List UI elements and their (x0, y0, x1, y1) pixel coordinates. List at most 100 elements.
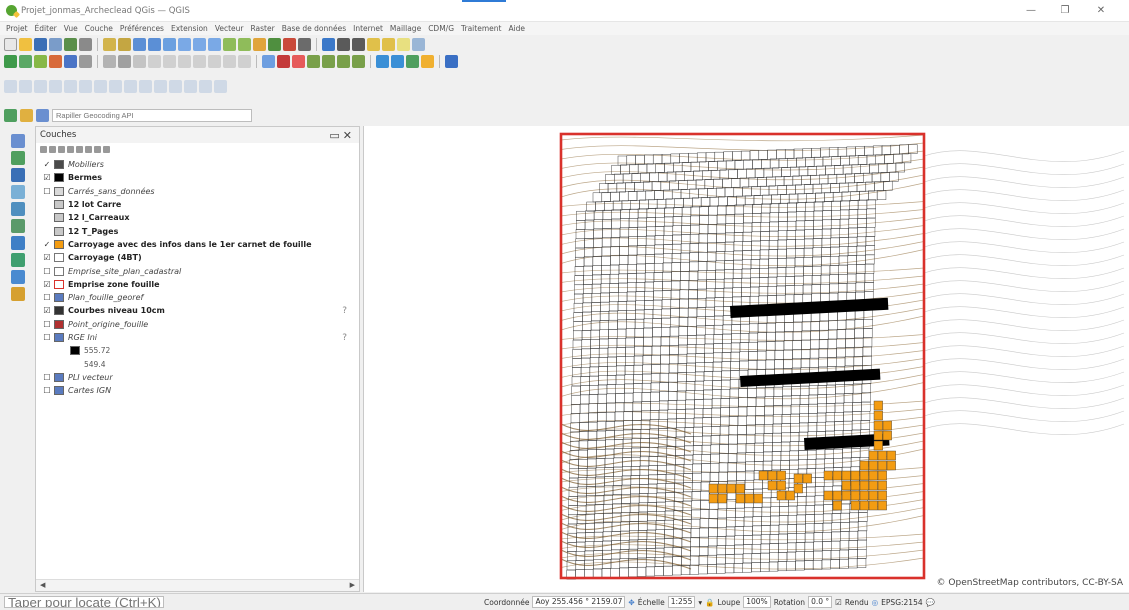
zoom-next-icon[interactable] (253, 38, 266, 51)
split-features-icon[interactable] (184, 80, 197, 93)
layer-item[interactable]: ✓ Carroyage avec des infos dans le 1er ca… (36, 238, 359, 251)
paste-feature-icon[interactable] (208, 55, 221, 68)
layer-help-icon[interactable]: ? (342, 306, 347, 316)
menu-traitement[interactable]: Traitement (461, 24, 501, 33)
layer-visibility-checkbox[interactable]: ☑ (42, 173, 52, 182)
rotation-field[interactable]: 0.0 ° (808, 596, 833, 608)
scale-field[interactable]: 1:255 (667, 596, 696, 608)
menu-vecteur[interactable]: Vecteur (215, 24, 244, 33)
layer-item[interactable]: ☐ Emprise_site_plan_cadastral (36, 264, 359, 277)
add-raster-layer-icon[interactable] (11, 151, 25, 165)
refresh-icon[interactable] (298, 38, 311, 51)
merge-features-icon[interactable] (214, 80, 227, 93)
layer-visibility-checkbox[interactable]: ☑ (42, 280, 52, 289)
offset-curve-icon[interactable] (169, 80, 182, 93)
new-print-layout-icon[interactable] (64, 38, 77, 51)
pan-to-selection-icon[interactable] (118, 38, 131, 51)
add-mssql-icon[interactable] (11, 202, 25, 216)
save-project-icon[interactable] (34, 38, 47, 51)
zoom-in-icon[interactable] (133, 38, 146, 51)
layout-manager-icon[interactable] (79, 38, 92, 51)
close-button[interactable]: ✕ (1090, 4, 1112, 18)
scroll-left-icon[interactable]: ◀ (40, 581, 45, 589)
maximize-button[interactable]: ❐ (1054, 4, 1076, 18)
magnifier-field[interactable]: 100% (743, 596, 771, 608)
filter-legend-icon[interactable] (67, 145, 74, 153)
add-wcs-layer-icon[interactable] (11, 253, 25, 267)
layer-visibility-checkbox[interactable]: ✓ (42, 240, 52, 249)
zoom-rubberband-icon[interactable] (163, 38, 176, 51)
zoom-native-icon[interactable] (223, 38, 236, 51)
layer-item[interactable]: ☑ Carroyage (4BT) (36, 251, 359, 264)
layer-visibility-checkbox[interactable]: ☑ (42, 253, 52, 262)
add-spatialite-icon[interactable] (11, 185, 25, 199)
layer-item[interactable]: ☐ RGE Ini? (36, 331, 359, 344)
label-tool-icon[interactable] (262, 55, 275, 68)
show-hide-label-icon[interactable] (352, 55, 365, 68)
menu-base-de-donnees[interactable]: Base de données (282, 24, 346, 33)
add-csv-icon[interactable] (49, 55, 62, 68)
manage-themes-icon[interactable] (58, 145, 65, 153)
scroll-right-icon[interactable]: ▶ (350, 581, 355, 589)
layer-item[interactable]: ☐ Cartes IGN (36, 384, 359, 397)
processing-toolbox-icon[interactable] (406, 55, 419, 68)
layer-item[interactable]: 549.4 (36, 357, 359, 370)
layer-item[interactable]: ☑ Emprise zone fouille (36, 278, 359, 291)
undo-icon[interactable] (223, 55, 236, 68)
layer-item[interactable]: ☐ Plan_fouille_georef (36, 291, 359, 304)
coordinate-field[interactable]: Aoy 255.456 ° 2159.07 (532, 596, 626, 608)
simplify-feature-icon[interactable] (64, 80, 77, 93)
open-styling-icon[interactable] (40, 145, 47, 153)
scale-feature-icon[interactable] (49, 80, 62, 93)
add-wms-layer-icon[interactable] (11, 219, 25, 233)
geocode-settings-icon[interactable] (20, 108, 33, 122)
layer-visibility-checkbox[interactable]: ☐ (42, 373, 52, 382)
pin-labels-icon[interactable] (277, 55, 290, 68)
delete-part-icon[interactable] (139, 80, 152, 93)
menu-internet[interactable]: Internet (353, 24, 383, 33)
layer-item[interactable]: 555.72 (36, 344, 359, 357)
layer-visibility-checkbox[interactable]: ☐ (42, 333, 52, 342)
menu-maillage[interactable]: Maillage (390, 24, 421, 33)
scale-lock-icon[interactable]: ✥ (628, 598, 634, 607)
add-wms-icon[interactable] (64, 55, 77, 68)
add-delimited-text-icon[interactable] (11, 270, 25, 284)
layer-item[interactable]: ☐ PLI vecteur (36, 371, 359, 384)
add-raster-icon[interactable] (34, 55, 47, 68)
layers-scrollbar[interactable]: ◀ ▶ (36, 579, 359, 591)
layer-visibility-checkbox[interactable]: ☐ (42, 386, 52, 395)
identify-icon[interactable] (322, 38, 335, 51)
zoom-selection-icon[interactable] (193, 38, 206, 51)
layer-help-icon[interactable]: ? (342, 333, 347, 343)
advanced-digitizing-icon[interactable] (4, 80, 17, 93)
delete-ring-icon[interactable] (124, 80, 137, 93)
add-virtual-layer-icon[interactable] (79, 55, 92, 68)
sum-icon[interactable] (367, 38, 380, 51)
geometry-checker-icon[interactable] (376, 55, 389, 68)
annotation-icon[interactable] (397, 38, 410, 51)
menu-projet[interactable]: Projet (6, 24, 28, 33)
menu-couche[interactable]: Couche (85, 24, 113, 33)
crs-icon[interactable]: ◎ (872, 598, 879, 607)
pan-icon[interactable] (103, 38, 116, 51)
map-tips-icon[interactable] (412, 38, 425, 51)
redo-icon[interactable] (238, 55, 251, 68)
zoom-last-icon[interactable] (238, 38, 251, 51)
move-feature-icon[interactable] (19, 80, 32, 93)
filter-expression-icon[interactable] (76, 145, 83, 153)
minimize-button[interactable]: — (1020, 4, 1042, 18)
geocode-icon[interactable] (4, 108, 17, 122)
graphical-modeler-icon[interactable] (421, 55, 434, 68)
zoom-full-icon[interactable] (178, 38, 191, 51)
layer-item[interactable]: ☐ Carrés_sans_données (36, 185, 359, 198)
layer-visibility-checkbox[interactable]: ☐ (42, 267, 52, 276)
layer-visibility-checkbox[interactable]: ☐ (42, 187, 52, 196)
change-label-icon[interactable] (337, 55, 350, 68)
add-group-icon[interactable] (49, 145, 56, 153)
reshape-features-icon[interactable] (154, 80, 167, 93)
messages-icon[interactable]: 💬 (926, 598, 935, 607)
layer-item[interactable]: 12 l_Carreaux (36, 211, 359, 224)
remove-layer-icon[interactable] (103, 145, 110, 153)
fill-ring-icon[interactable] (109, 80, 122, 93)
rotate-feature-icon[interactable] (34, 80, 47, 93)
